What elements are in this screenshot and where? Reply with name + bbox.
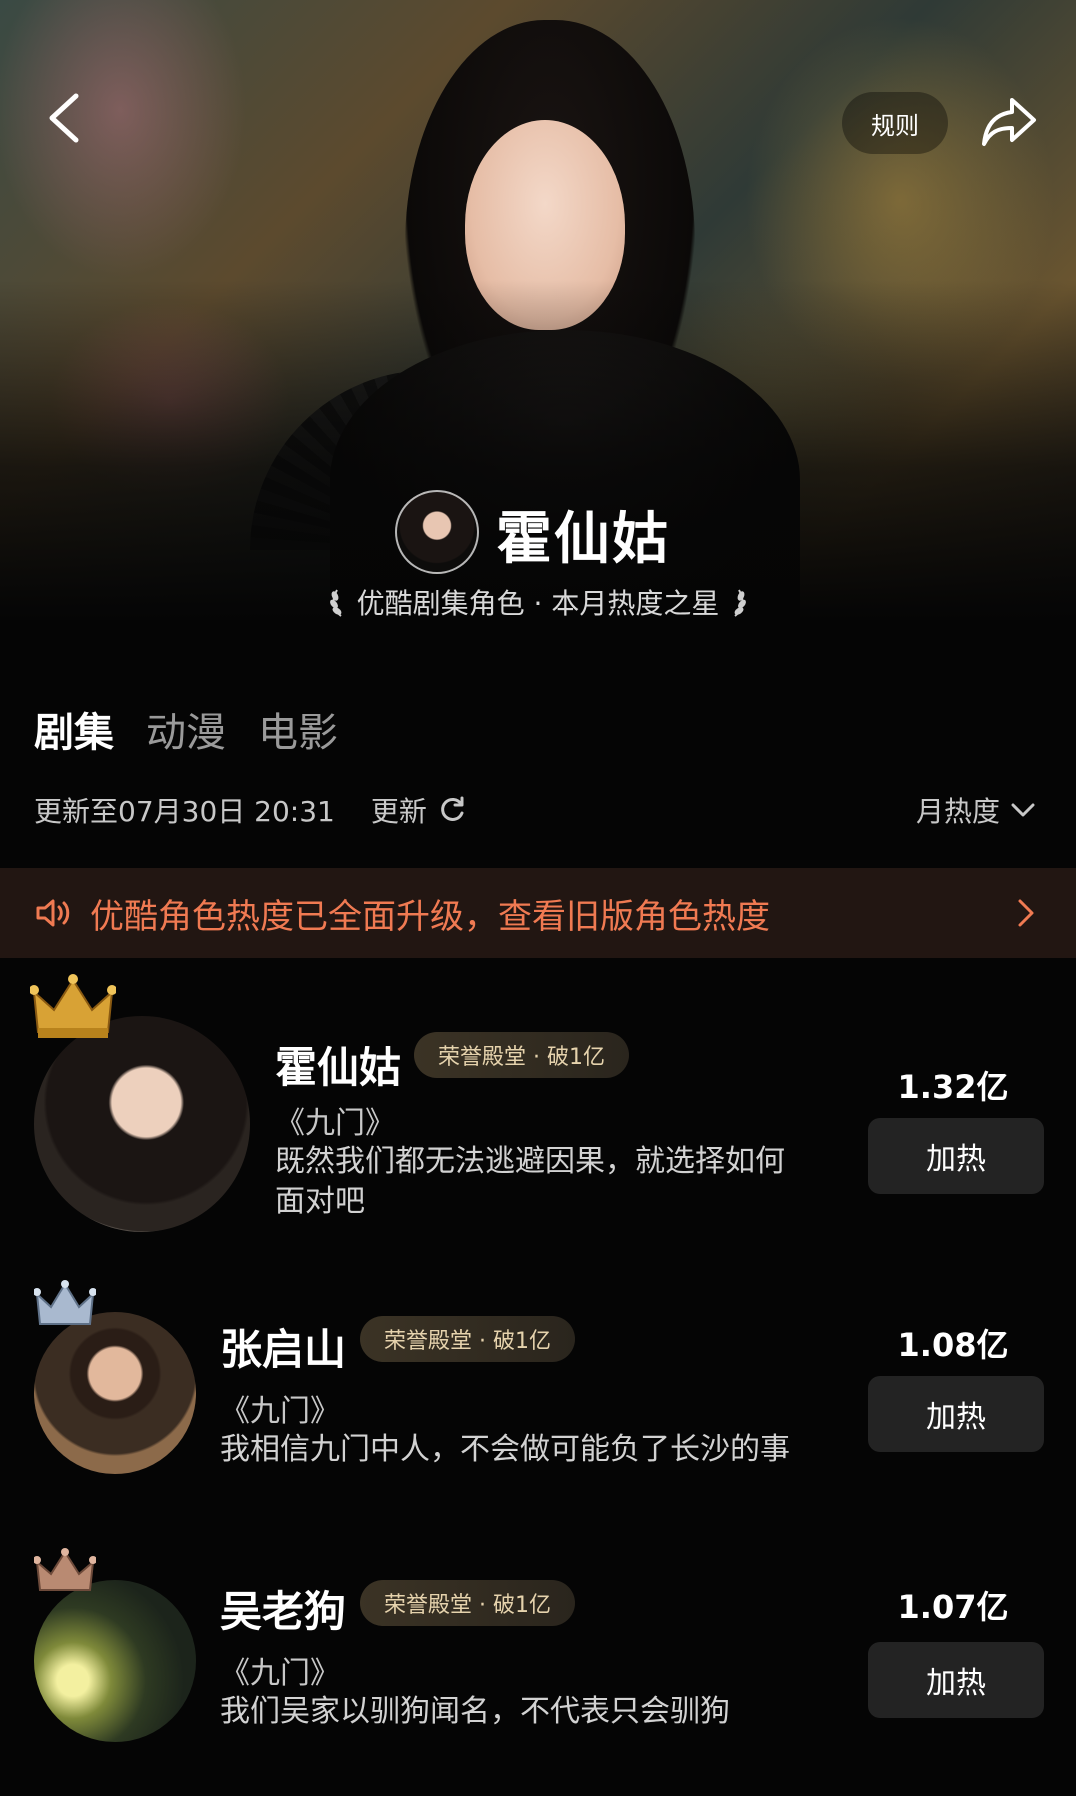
character-quote: 我们吴家以驯狗闻名，不代表只会驯狗	[220, 1694, 730, 1729]
character-name: 张启山	[220, 1325, 347, 1374]
honor-badge: 荣誉殿堂 · 破1亿	[414, 1032, 629, 1078]
boost-heat-button[interactable]: 加热	[868, 1118, 1044, 1194]
subtitle-text: 优酷剧集角色 · 本月热度之星	[356, 587, 720, 620]
sort-dropdown[interactable]: 月热度	[916, 790, 1036, 830]
chevron-right-icon	[1018, 899, 1034, 927]
tab-anime[interactable]: 动漫	[146, 700, 226, 758]
speaker-icon	[36, 899, 70, 927]
update-row: 更新至07月30日 20:31 更新 月热度	[34, 788, 1036, 832]
sort-label: 月热度	[915, 795, 1000, 828]
rank-item-3[interactable]: 吴老狗 荣誉殿堂 · 破1亿 《九门》 我们吴家以驯狗闻名，不代表只会驯狗 1.…	[0, 1544, 1076, 1764]
avatar[interactable]	[34, 1312, 196, 1474]
chevron-down-icon	[1011, 803, 1035, 817]
avatar[interactable]	[34, 1016, 250, 1232]
character-quote-line2: 面对吧	[275, 1184, 365, 1219]
tab-movie[interactable]: 电影	[258, 700, 338, 758]
character-name: 霍仙姑	[275, 1043, 402, 1092]
share-icon[interactable]	[978, 92, 1040, 152]
show-title: 《九门》	[220, 1394, 340, 1429]
update-time: 更新至07月30日 20:31	[34, 795, 335, 828]
rank-item-1[interactable]: 霍仙姑 荣誉殿堂 · 破1亿 《九门》 既然我们都无法逃避因果，就选择如何 面对…	[0, 970, 1076, 1250]
rules-button[interactable]: 规则	[842, 92, 948, 154]
notice-banner[interactable]: 优酷角色热度已全面升级，查看旧版角色热度	[0, 868, 1076, 958]
silver-crown-icon	[34, 1280, 96, 1325]
show-title: 《九门》	[275, 1106, 395, 1141]
show-title: 《九门》	[220, 1656, 340, 1691]
tab-series[interactable]: 剧集	[34, 700, 114, 758]
laurel-right-icon	[734, 589, 747, 617]
character-quote: 我相信九门中人，不会做可能负了长沙的事	[220, 1432, 790, 1467]
character-name: 霍仙姑	[496, 507, 670, 572]
gold-crown-icon	[30, 974, 116, 1038]
hero-avatar	[395, 490, 479, 574]
heat-value: 1.32亿	[897, 1068, 1009, 1106]
boost-heat-button[interactable]: 加热	[868, 1376, 1044, 1452]
honor-badge: 荣誉殿堂 · 破1亿	[360, 1316, 575, 1362]
subtitle-row: 优酷剧集角色 · 本月热度之星	[0, 582, 1076, 620]
boost-heat-button[interactable]: 加热	[868, 1642, 1044, 1718]
rank-item-2[interactable]: 张启山 荣誉殿堂 · 破1亿 《九门》 我相信九门中人，不会做可能负了长沙的事 …	[0, 1280, 1076, 1490]
character-name: 吴老狗	[220, 1587, 347, 1636]
back-icon[interactable]	[40, 88, 86, 148]
bronze-crown-icon	[34, 1548, 96, 1591]
heat-value: 1.08亿	[897, 1326, 1009, 1364]
refresh-button[interactable]: 更新	[371, 790, 427, 830]
character-quote-line1: 既然我们都无法逃避因果，就选择如何	[275, 1144, 785, 1179]
category-tabs: 剧集 动漫 电影	[34, 700, 338, 758]
honor-badge: 荣誉殿堂 · 破1亿	[360, 1580, 575, 1626]
notice-text: 优酷角色热度已全面升级，查看旧版角色热度	[90, 896, 770, 937]
hero-banner: 规则 霍仙姑 优酷剧集角色 · 本月热度之星	[0, 0, 1076, 620]
avatar[interactable]	[34, 1580, 196, 1742]
refresh-icon[interactable]	[437, 795, 467, 825]
heat-value: 1.07亿	[897, 1588, 1009, 1626]
laurel-left-icon	[329, 589, 342, 617]
